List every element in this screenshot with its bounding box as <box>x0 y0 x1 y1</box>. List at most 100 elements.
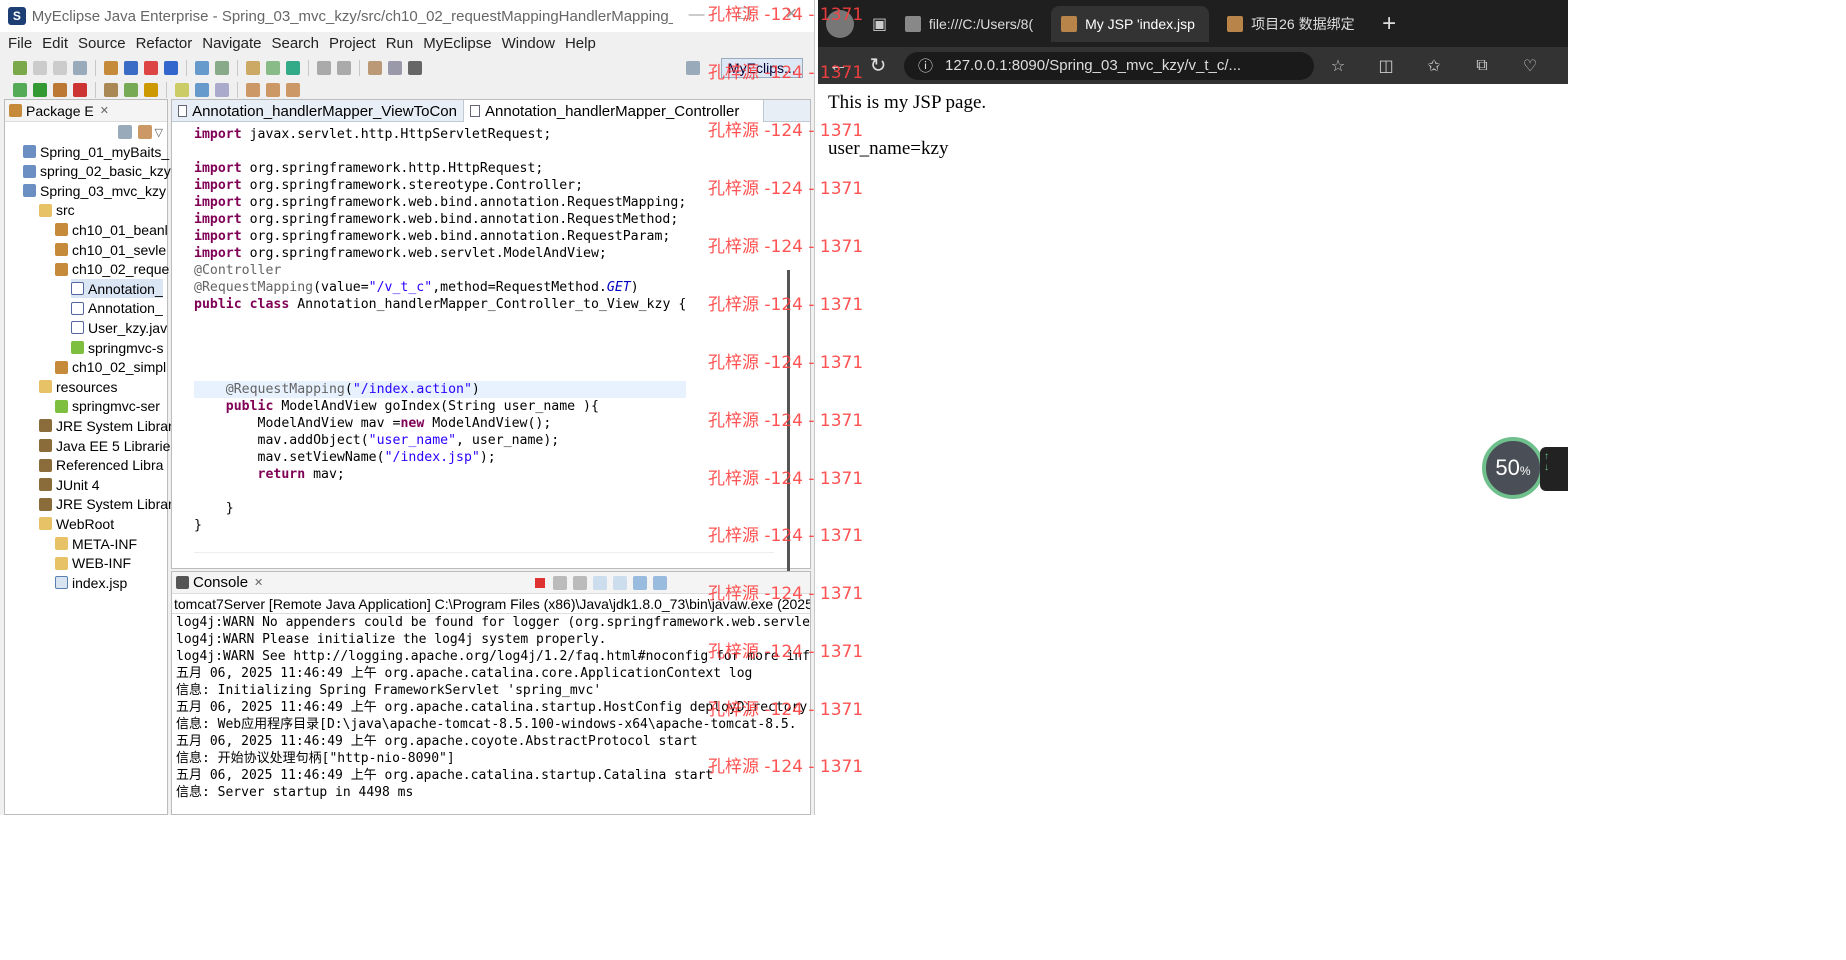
tree-item[interactable]: Referenced Libra <box>39 456 163 475</box>
server-icon[interactable] <box>266 61 280 75</box>
tree-item[interactable]: WebRoot <box>39 514 114 533</box>
package-icon[interactable] <box>104 83 118 97</box>
new-java-project-icon[interactable] <box>124 61 138 75</box>
print-icon[interactable] <box>73 61 87 75</box>
tree-item[interactable]: spring_02_basic_kzy <box>23 162 171 181</box>
new-tab-icon[interactable]: + <box>1382 10 1396 38</box>
external-tools-icon[interactable] <box>53 83 67 97</box>
remove-launch-icon[interactable] <box>553 575 568 590</box>
tree-item[interactable]: Spring_03_mvc_kzy <box>23 181 166 200</box>
open-type-icon[interactable] <box>104 61 118 75</box>
menu-item-run[interactable]: Run <box>386 35 414 52</box>
save-all-icon[interactable] <box>53 61 67 75</box>
tree-item[interactable]: User_kzy.jav <box>71 318 167 337</box>
new-package-icon[interactable] <box>144 61 158 75</box>
refresh-icon[interactable]: ↻ <box>858 53 898 78</box>
forward-icon[interactable] <box>266 83 280 97</box>
undo-icon[interactable] <box>317 61 331 75</box>
split-screen-icon[interactable]: ◫ <box>1362 56 1410 76</box>
wand-icon[interactable] <box>144 83 158 97</box>
tree-item[interactable]: ch10_02_reque <box>55 260 169 279</box>
tree-item[interactable]: springmvc-ser <box>55 397 160 416</box>
tree-item[interactable]: Spring_01_myBaits_ <box>23 142 169 161</box>
browser-tab[interactable]: 项目26 数据绑定 <box>1217 6 1372 42</box>
last-edit-icon[interactable] <box>286 83 300 97</box>
editor-tab[interactable]: Annotation_handlerMapper_ViewToCon <box>172 100 464 122</box>
tree-item[interactable]: JUnit 4 <box>39 475 100 494</box>
debug-icon[interactable] <box>13 83 27 97</box>
show-stdout-icon[interactable] <box>633 575 648 590</box>
menu-item-project[interactable]: Project <box>329 35 376 52</box>
remove-all-icon[interactable] <box>573 575 588 590</box>
next-annotation-icon[interactable] <box>175 83 189 97</box>
code-token: ); <box>479 450 496 465</box>
redo-icon[interactable] <box>337 61 351 75</box>
run-server-icon[interactable] <box>73 83 87 97</box>
tree-item[interactable]: JRE System Librar <box>39 416 173 435</box>
browser-tab-active[interactable]: My JSP 'index.jsp <box>1051 5 1210 42</box>
menu-item-help[interactable]: Help <box>565 35 596 52</box>
terminal-icon[interactable] <box>408 61 422 75</box>
tree-item[interactable]: WEB-INF <box>55 554 131 573</box>
debug-config-icon[interactable] <box>215 61 229 75</box>
tree-item[interactable]: springmvc-s <box>71 338 163 357</box>
performance-gauge[interactable]: 50% <box>1482 437 1544 499</box>
tree-item[interactable]: META-INF <box>55 534 137 553</box>
tree-item[interactable]: Java EE 5 Libraries <box>39 436 177 455</box>
show-whitespace-icon[interactable] <box>215 83 229 97</box>
url-field[interactable]: ⓘ 127.0.0.1:8090/Spring_03_mvc_kzy/v_t_c… <box>904 51 1314 80</box>
favorites-icon[interactable]: ✩ <box>1410 56 1458 76</box>
menu-item-file[interactable]: File <box>8 35 32 52</box>
scroll-lock-icon[interactable] <box>613 575 628 590</box>
menu-item-edit[interactable]: Edit <box>42 35 68 52</box>
tree-item[interactable]: Annotation_ <box>71 299 163 318</box>
close-icon[interactable]: ✕ <box>100 104 109 117</box>
view-menu-icon[interactable]: ▽ <box>155 126 163 139</box>
browser-icon[interactable] <box>286 61 300 75</box>
new-icon[interactable] <box>13 61 27 75</box>
new-class-icon[interactable] <box>164 61 178 75</box>
clear-console-icon[interactable] <box>593 575 608 590</box>
menu-item-refactor[interactable]: Refactor <box>136 35 193 52</box>
open-perspective-icon[interactable] <box>686 61 700 75</box>
search-icon[interactable] <box>195 61 209 75</box>
tree-item[interactable]: ch10_01_sevle <box>55 240 166 259</box>
tree-item[interactable]: ch10_02_simpl <box>55 358 166 377</box>
save-icon[interactable] <box>33 61 47 75</box>
editor-horizontal-scrollbar[interactable] <box>194 552 774 566</box>
show-stderr-icon[interactable] <box>653 575 668 590</box>
menu-item-search[interactable]: Search <box>271 35 319 52</box>
build-icon[interactable] <box>368 61 382 75</box>
refresh-icon[interactable] <box>124 83 138 97</box>
tab-actions-icon[interactable]: ▣ <box>872 14 887 34</box>
collapse-all-icon[interactable] <box>117 125 132 139</box>
info-icon[interactable]: ⓘ <box>918 55 933 76</box>
menu-item-myeclipse[interactable]: MyEclipse <box>423 35 491 52</box>
tree-item[interactable]: Annotation_ <box>71 279 163 299</box>
back-icon[interactable] <box>246 83 260 97</box>
code-area[interactable]: import javax.servlet.http.HttpServletReq… <box>194 126 687 534</box>
tree-item[interactable]: resources <box>39 377 117 396</box>
menu-item-window[interactable]: Window <box>502 35 555 52</box>
tree-item[interactable]: ch10_01_beanl <box>55 220 168 239</box>
favorite-star-icon[interactable]: ☆ <box>1314 56 1362 76</box>
run-icon[interactable] <box>33 83 47 97</box>
collections-icon[interactable]: ⧉ <box>1458 57 1506 75</box>
settings-icon[interactable] <box>388 61 402 75</box>
close-icon[interactable]: ✕ <box>254 576 263 589</box>
tree-item[interactable]: src <box>39 201 75 220</box>
tree-item[interactable]: index.jsp <box>55 573 127 592</box>
menu-item-source[interactable]: Source <box>78 35 126 52</box>
menu-item-navigate[interactable]: Navigate <box>202 35 261 52</box>
ide-title-bar: S MyEclipse Java Enterprise - Spring_03_… <box>0 0 814 32</box>
tree-item[interactable]: JRE System Librar <box>39 495 173 514</box>
link-editor-icon[interactable] <box>137 125 152 139</box>
deploy-icon[interactable] <box>246 61 260 75</box>
browser-tab[interactable]: file:///C:/Users/8( <box>895 6 1043 42</box>
package-explorer-tab[interactable]: Package E ✕ <box>5 100 167 122</box>
watermark-text: 孔梓源 -124 - 1371 <box>708 411 864 431</box>
terminate-icon[interactable] <box>533 576 547 590</box>
toggle-mark-icon[interactable] <box>195 83 209 97</box>
browser-essentials-icon[interactable]: ♡ <box>1506 56 1554 76</box>
